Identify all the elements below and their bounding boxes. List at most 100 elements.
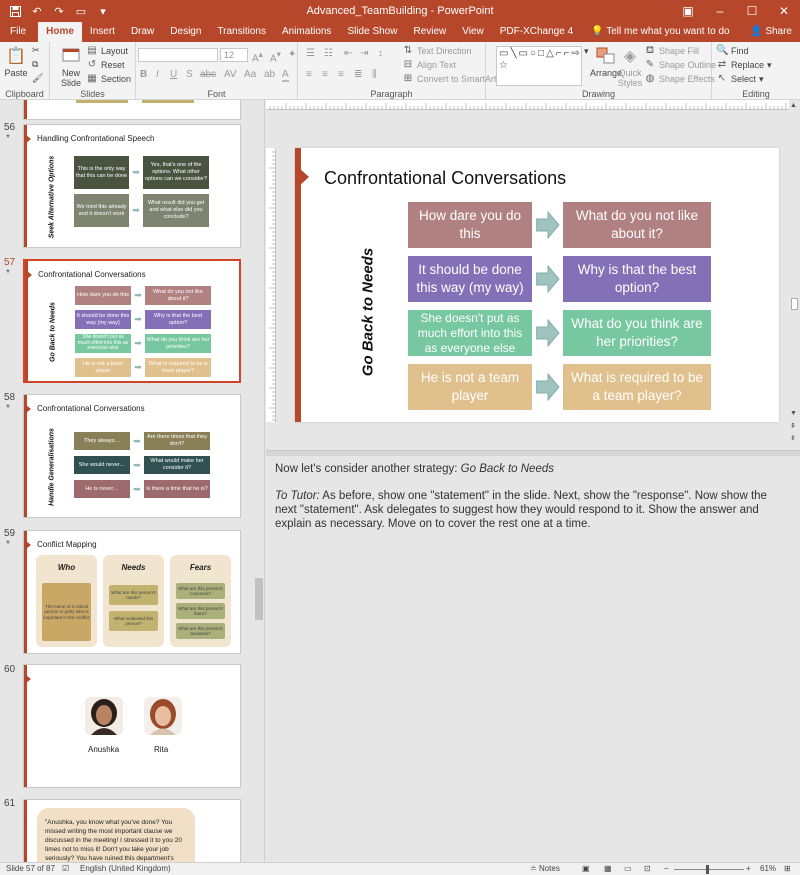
replace-button[interactable]: ⇄ Replace ▾ [716,59,772,71]
layout-button[interactable]: ▤ Layout [86,45,128,57]
response-box-2[interactable]: Why is that the best option? [563,256,711,302]
justify-icon[interactable]: ≣ [354,69,362,80]
customize-qat-icon[interactable]: ▾ [94,2,112,20]
slide-sorter-icon[interactable]: ▦ [604,864,612,873]
copy-icon[interactable]: ⧉ [32,59,38,70]
tab-design[interactable]: Design [162,22,209,42]
zoom-level[interactable]: 61% [760,864,776,873]
zoom-slider[interactable] [674,869,744,870]
ribbon-display-icon[interactable]: ▣ [672,0,704,22]
present-icon[interactable]: ▭ [72,2,90,20]
shape-fill-button[interactable]: ⛾ Shape Fill [644,45,699,57]
reading-view-icon[interactable]: ▭ [624,864,632,873]
select-button[interactable]: ↖ Select ▾ [716,73,764,85]
notes-pane[interactable]: Now let's consider another strategy: Go … [266,456,800,862]
char-spacing-icon[interactable]: AV [224,69,237,80]
slide-thumbnail-57[interactable]: Confrontational Conversations Go Back to… [23,259,241,383]
slide-thumbnail-58[interactable]: Confrontational Conversations Handle Gen… [23,394,241,518]
slide-thumbnail-61[interactable]: "Anushka, you know what you've done? You… [23,799,241,862]
change-case-icon[interactable]: Aa [244,69,256,80]
normal-view-icon[interactable]: ▣ [582,864,590,873]
editor-scrollbar[interactable]: ▲ ▼ ⇞ ⇟ [789,100,800,450]
align-right-icon[interactable]: ≡ [338,69,344,80]
notes-toggle[interactable]: ≐ Notes [530,864,560,873]
slide-thumbnail-56[interactable]: Handling Confrontational Speech Seek Alt… [23,124,241,248]
statement-box-4[interactable]: He is not a team player [408,364,532,410]
zoom-slider-handle[interactable] [706,865,709,874]
find-button[interactable]: 🔍 Find [716,45,749,57]
language-indicator[interactable]: English (United Kingdom) [80,864,171,873]
tell-me-search[interactable]: 💡 Tell me what you want to do [581,22,739,42]
zoom-out-icon[interactable]: − [664,864,669,873]
statement-box-3[interactable]: She doesn't put as much effort into this… [408,310,532,356]
previous-slide-icon[interactable]: ⇞ [790,422,796,430]
new-slide-button[interactable]: New Slide [56,44,86,88]
tab-pdf-xchange[interactable]: PDF-XChange 4 [492,22,581,42]
editor-scroll-thumb[interactable] [791,298,798,310]
format-painter-icon[interactable]: 🖌 [32,73,43,84]
shape-effects-button[interactable]: ◍ Shape Effects [644,73,715,85]
tab-view[interactable]: View [454,22,492,42]
bullets-icon[interactable]: ☰ [306,48,315,59]
response-box-3[interactable]: What do you think are her priorities? [563,310,711,356]
tab-insert[interactable]: Insert [82,22,123,42]
tab-file[interactable]: File [0,22,38,42]
cut-icon[interactable]: ✂ [32,45,40,56]
strikethrough-icon[interactable]: abc [200,69,216,80]
zoom-in-icon[interactable]: + [746,864,751,873]
scroll-down-icon[interactable]: ▼ [790,410,797,417]
slide-thumbnail-59[interactable]: Conflict Mapping Who The name of a criti… [23,530,241,654]
tab-home[interactable]: Home [38,22,82,42]
next-slide-icon[interactable]: ⇟ [790,434,796,442]
font-name-field[interactable] [138,48,218,62]
close-button[interactable]: ✕ [768,0,800,22]
current-slide[interactable]: Confrontational Conversations Go Back to… [295,148,779,422]
reset-button[interactable]: ↺ Reset [86,59,125,71]
tab-review[interactable]: Review [405,22,454,42]
slideshow-icon[interactable]: ⊡ [644,864,651,873]
tab-transitions[interactable]: Transitions [209,22,274,42]
clear-format-icon[interactable]: ✦ [288,49,296,60]
shadow-icon[interactable]: S [186,69,193,80]
thumbnail-scroll-thumb[interactable] [255,578,263,620]
shapes-more-icon[interactable]: ▾ [584,46,589,57]
highlight-icon[interactable]: ab [264,69,275,80]
redo-icon[interactable]: ↷ [50,2,68,20]
minimize-button[interactable]: – [704,0,736,22]
align-center-icon[interactable]: ≡ [322,69,328,80]
font-color-icon[interactable]: A [282,69,289,82]
underline-icon[interactable]: U [170,69,177,80]
spelling-icon[interactable]: ☑ [62,864,69,873]
bold-icon[interactable]: B [140,69,147,80]
increase-indent-icon[interactable]: ⇥ [360,48,368,59]
paste-button[interactable]: 📋 Clipboard Paste [4,44,28,78]
italic-icon[interactable]: I [156,69,159,80]
shapes-gallery[interactable]: ▭╲▭○□△⌐⌐⇨⇩☆⌒⌒{}☆ [496,46,582,86]
shape-outline-button[interactable]: ✎ Shape Outline [644,59,716,71]
smartart-button[interactable]: ⊞ Convert to SmartArt [402,73,497,85]
fit-slide-icon[interactable]: ⊞ [784,864,791,873]
font-size-field[interactable]: 12 [220,48,248,62]
text-direction-button[interactable]: ⇅ Text Direction [402,45,472,57]
response-box-4[interactable]: What is required to be a team player? [563,364,711,410]
align-left-icon[interactable]: ≡ [306,69,312,80]
tab-draw[interactable]: Draw [123,22,162,42]
maximize-button[interactable]: ☐ [736,0,768,22]
response-box-1[interactable]: What do you not like about it? [563,202,711,248]
slide-thumbnail-55[interactable] [23,100,241,120]
shrink-font-icon[interactable]: A▾ [270,49,281,64]
section-button[interactable]: ▦ Section [86,73,131,85]
align-text-button[interactable]: ⊟ Align Text [402,59,456,71]
slide-thumbnail-60[interactable]: Anushka Rita [23,664,241,788]
grow-font-icon[interactable]: A▴ [252,49,263,64]
scroll-up-icon[interactable]: ▲ [790,102,797,109]
quick-styles-button[interactable]: ◈ Quick Styles [616,44,644,88]
slide-vertical-label[interactable]: Go Back to Needs [355,204,381,420]
statement-box-2[interactable]: It should be done this way (my way) [408,256,532,302]
columns-icon[interactable]: ⫼ [372,69,377,80]
tab-animations[interactable]: Animations [274,22,339,42]
tab-slide-show[interactable]: Slide Show [339,22,405,42]
save-icon[interactable] [6,2,24,20]
undo-icon[interactable]: ↶ [28,2,46,20]
slide-title[interactable]: Confrontational Conversations [324,168,566,189]
